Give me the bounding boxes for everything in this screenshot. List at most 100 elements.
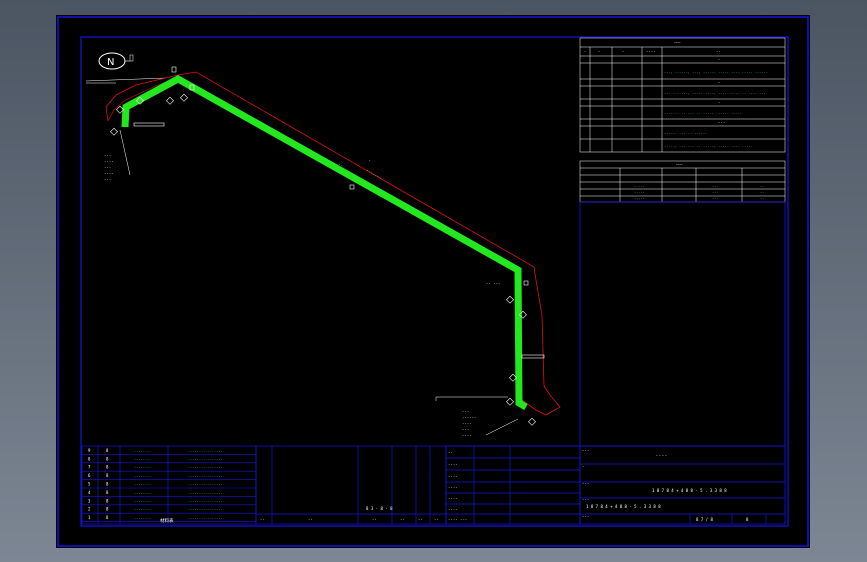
svg-text:--: -- [448, 450, 453, 455]
title-block-text: --- - --- --- --- - - - - 1 8 7 8 4 + 4 … [582, 448, 749, 522]
svg-text:-: - [598, 49, 600, 54]
svg-text:----: ---- [462, 421, 472, 426]
svg-text:--: -- [716, 49, 721, 54]
svg-text:----: ---- [448, 507, 458, 512]
svg-text:--: -- [434, 517, 439, 522]
note-block: --- ------ ---- --- ---- [435, 396, 519, 438]
right-panel [579, 201, 786, 447]
pipe-route [121, 75, 528, 411]
bom-cell-no: 5 [88, 482, 91, 487]
revision-table [255, 445, 581, 525]
svg-text:----: ---- [448, 496, 458, 501]
svg-text:---: --- [104, 177, 111, 182]
bom-cell-spec: ---------------- [188, 483, 223, 487]
svg-text:---: --- [582, 497, 589, 502]
equipment-outline [105, 71, 561, 416]
title-main: - - - - [656, 454, 667, 459]
bom-cell-no: 1 [88, 515, 91, 520]
svg-text:----: ---- [104, 171, 114, 176]
north-label: N [107, 57, 114, 68]
bom-header: 材料表 [160, 517, 174, 524]
svg-text:--: -- [760, 196, 764, 200]
svg-text:---: --- [462, 427, 469, 432]
svg-text:---- ---: ---- --- [448, 517, 467, 522]
bom-cell-spec: ---------------- [188, 516, 223, 520]
bom-cell-no: 8 [88, 456, 91, 461]
svg-text:-: - [582, 464, 584, 469]
scale-text: 8 3 · 8 · 8 [366, 506, 393, 511]
bom-cell-spec: ---------------- [188, 457, 223, 461]
svg-text:---: --- [104, 165, 111, 170]
svg-text:----: ---- [676, 163, 683, 168]
pipe-label: ------- [366, 168, 383, 181]
bom-cell-spec: ---------------- [188, 466, 223, 470]
bom-cell-code: -------- [134, 449, 151, 453]
bom-cell-no: 3 [88, 498, 91, 503]
svg-text:--: -- [260, 517, 265, 522]
svg-text:---: --- [582, 514, 589, 519]
svg-text:----: ---- [674, 41, 681, 46]
note-block: --- ---- --- ---- --- [104, 129, 131, 182]
svg-text:----: ---- [104, 159, 114, 164]
bom-cell-code: -------- [134, 457, 151, 461]
drawing-number-2: 1 8 7 8 4 + 4 8 8 - 5 . 3 3 8 8 [586, 504, 661, 509]
svg-text:-: - [718, 100, 720, 105]
cad-drawing: N ------- -- - -- --- --- ---- --- ---- … [57, 16, 809, 547]
svg-text:----: ---- [462, 433, 472, 438]
spec-table-text: ---- - - - ---- -- - ---, ------, ---, -----… [584, 41, 768, 148]
bom-cell-spec: ---------------- [188, 449, 223, 453]
bom-cell-spec: ---------------- [188, 491, 223, 495]
svg-text:---: --- [712, 190, 719, 194]
bom-cell-code: -------- [134, 516, 151, 520]
bom-cell-code: -------- [134, 508, 151, 512]
svg-text:---: --- [582, 448, 589, 453]
drawing-sheet: N ------- -- - -- --- --- ---- --- ---- … [56, 15, 810, 548]
flag-marker-icon [133, 66, 545, 359]
bom-cell-code: -------- [134, 499, 151, 503]
svg-text:-: - [584, 49, 586, 54]
bom-cell-spec: ---------------- [188, 499, 223, 503]
svg-text:----: ---- [448, 474, 458, 479]
bom-cell-code: -------- [134, 474, 151, 478]
bom-cell-qty: 8 [106, 515, 109, 520]
bom-cell-code: -------- [134, 483, 151, 487]
bom-cell-no: 6 [88, 473, 91, 478]
svg-text:---: --- [718, 120, 725, 125]
bom-rows: 9 8 -------- ----------------8 8 -------- ----… [82, 448, 256, 522]
north-arrow-icon: N [98, 52, 134, 70]
svg-text:------ --- -- ------: ------ --- -- ------ [664, 131, 707, 135]
bom-cell-code: -------- [134, 466, 151, 470]
title-block [579, 445, 786, 525]
svg-text:---: --- [582, 481, 589, 486]
svg-text:----: ---- [448, 462, 458, 467]
svg-text:-: - [718, 80, 720, 85]
bom-cell-no: 4 [88, 490, 91, 495]
svg-text:-----: ----- [634, 190, 645, 194]
bom-cell-qty: 8 [106, 473, 109, 478]
svg-text:---: --- [462, 409, 469, 414]
bom-cell-qty: 8 [106, 465, 109, 470]
svg-text:---: --- [104, 153, 111, 158]
svg-text:--: -- [760, 190, 764, 194]
svg-text:-----, --- --- -- -----, -----: -----, --- --- -- -----, ----- ---- ----… [664, 144, 753, 148]
svg-text:---, ------, ---, ------ ----,: ---, ------, ---, ------ ----, ---- ----… [664, 70, 768, 74]
dim-label: - [368, 158, 373, 164]
valve-icon [110, 93, 536, 426]
bom-cell-no: 9 [88, 448, 91, 453]
bom-cell-code: -------- [134, 491, 151, 495]
parts-table [579, 160, 786, 203]
outer-frame [57, 16, 809, 547]
sheet-no: 8 [746, 517, 749, 522]
bom-cell-qty: 8 [106, 456, 109, 461]
bom-cell-spec: ---------------- [188, 474, 223, 478]
svg-text:------- -- --- -- ----- ------: ------- -- --- -- ----- ------ ----- [664, 111, 742, 115]
sheet-text: 8 7 / 8 [696, 517, 713, 522]
svg-text:--: -- [418, 517, 423, 522]
bom-cell-spec: ---------------- [188, 508, 223, 512]
drawing-number: 1 8 7 8 4 + 4 8 8 - 5 . 3 3 8 8 [652, 488, 727, 493]
svg-text:-: - [718, 57, 720, 62]
svg-text:-----: ----- [634, 184, 645, 188]
parts-table-text: ---- ----- ----- ----- --- --- --- -- --… [634, 163, 764, 200]
bom-cell-no: 7 [88, 465, 91, 470]
bom-cell-qty: 8 [106, 490, 109, 495]
